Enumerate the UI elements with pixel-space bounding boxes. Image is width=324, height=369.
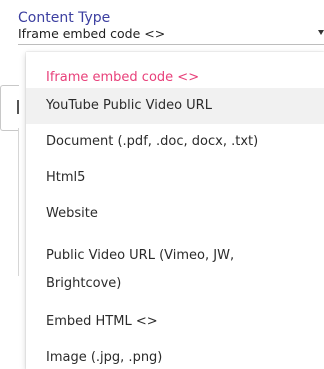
content-type-label: Content Type (18, 10, 111, 26)
content-type-select-screen: Content Type Iframe embed code <> Iframe… (0, 0, 324, 369)
select-underline (18, 44, 324, 45)
option-document[interactable]: Document (.pdf, .doc, docx, .txt) (26, 124, 324, 160)
content-type-select[interactable]: Iframe embed code <> (18, 26, 165, 42)
option-website[interactable]: Website (26, 196, 324, 232)
chevron-down-icon[interactable] (318, 30, 324, 35)
option-embed-html[interactable]: Embed HTML <> (26, 304, 324, 340)
option-youtube-public-video-url[interactable]: YouTube Public Video URL (26, 88, 324, 124)
background-divider (18, 128, 19, 276)
content-type-dropdown-menu: Iframe embed code <> YouTube Public Vide… (26, 52, 324, 369)
background-field-marker (17, 100, 19, 114)
option-image[interactable]: Image (.jpg, .png) (26, 340, 324, 369)
option-html5[interactable]: Html5 (26, 160, 324, 196)
option-public-video-url[interactable]: Public Video URL (Vimeo, JW, Brightcove) (26, 238, 324, 304)
